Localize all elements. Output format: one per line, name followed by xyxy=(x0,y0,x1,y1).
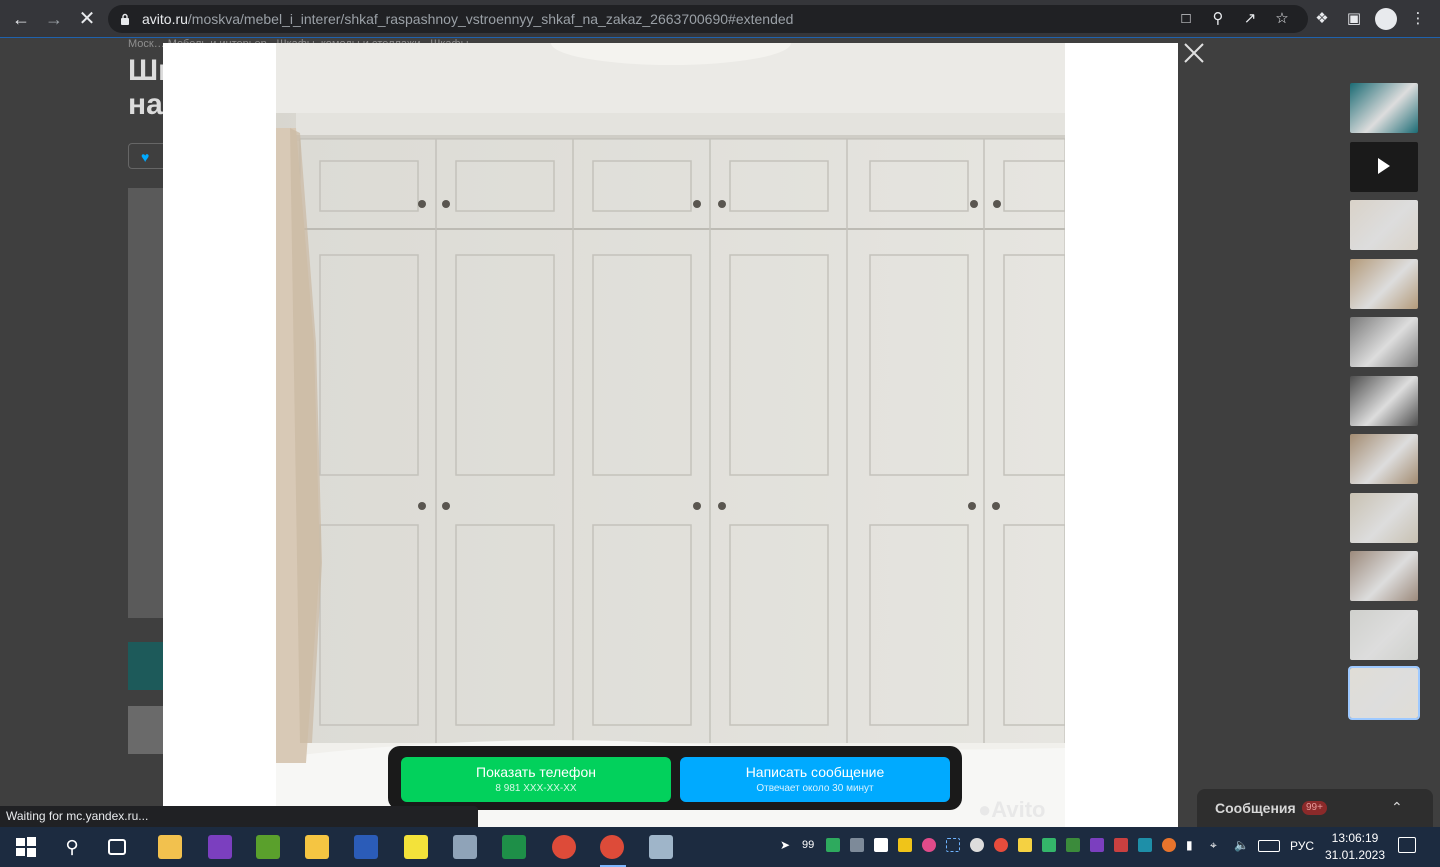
show-phone-label: Показать телефон xyxy=(476,764,596,780)
thumb-3[interactable] xyxy=(1350,200,1418,250)
thumb-8[interactable] xyxy=(1350,492,1418,543)
app-icon[interactable] xyxy=(453,835,477,859)
extensions-icon[interactable]: ❖ xyxy=(1312,9,1332,29)
pdf-icon[interactable] xyxy=(1114,838,1128,852)
clock-date: 31.01.2023 xyxy=(1324,848,1386,862)
mail-tray-icon[interactable] xyxy=(994,838,1008,852)
shield-icon[interactable] xyxy=(826,838,840,852)
thumb-9[interactable] xyxy=(1350,551,1418,601)
messages-badge: 99+ xyxy=(1302,801,1327,815)
gallery-modal xyxy=(163,43,1178,827)
chevron-up-icon[interactable]: ⌃ xyxy=(1391,799,1403,816)
word-icon[interactable] xyxy=(354,835,378,859)
favorite-button[interactable]: ♥ xyxy=(128,143,168,169)
onenote-tray-icon[interactable] xyxy=(1090,838,1104,852)
address-bar[interactable]: avito.ru/moskva/mebel_i_interer/shkaf_ra… xyxy=(108,5,1308,33)
language-indicator[interactable]: РУС xyxy=(1290,839,1314,853)
app-tray-icon[interactable] xyxy=(922,838,936,852)
document-icon[interactable] xyxy=(874,838,888,852)
avito-logo-icon: ● xyxy=(978,797,992,822)
wardrobe-photo xyxy=(276,43,1065,827)
volume-icon[interactable]: 🔈 xyxy=(1234,838,1249,852)
side-panel-icon[interactable]: ▣ xyxy=(1344,9,1364,29)
back-icon[interactable]: ← xyxy=(11,9,31,29)
browser-toolbar: ← → ✕ avito.ru/moskva/mebel_i_interer/sh… xyxy=(0,0,1440,38)
avito-watermark: ●Avito xyxy=(978,797,1046,822)
tray-counter[interactable]: 99 xyxy=(802,838,822,852)
calculator-icon[interactable] xyxy=(649,835,673,859)
keyboard-icon[interactable] xyxy=(1258,840,1280,852)
notes-tray-icon[interactable] xyxy=(898,838,912,852)
thumb-10[interactable] xyxy=(1350,609,1418,660)
circle-tray-icon[interactable] xyxy=(970,838,984,852)
lock-icon xyxy=(121,13,129,25)
stop-loading-icon[interactable]: ✕ xyxy=(77,9,97,29)
spreadsheet-app-icon[interactable] xyxy=(256,835,280,859)
sticky-notes-icon[interactable] xyxy=(404,835,428,859)
sheets-icon[interactable] xyxy=(502,835,526,859)
background-thumb xyxy=(128,642,168,690)
odnoklassniki-icon[interactable] xyxy=(1162,838,1176,852)
thumb-6[interactable] xyxy=(1350,375,1418,426)
chrome-profile-icon[interactable] xyxy=(600,835,624,859)
messages-panel[interactable]: Сообщения 99+ ⌃ xyxy=(1197,789,1433,827)
fx-icon[interactable] xyxy=(1138,838,1152,852)
menu-kebab-icon[interactable]: ⋮ xyxy=(1408,9,1428,29)
forward-icon[interactable]: → xyxy=(44,9,64,29)
main-photo[interactable] xyxy=(276,43,1065,827)
contact-bar: Показать телефон 8 981 XXX-XX-XX Написат… xyxy=(388,746,962,810)
thumbnail-strip xyxy=(1348,83,1420,727)
translate-icon[interactable]: □ xyxy=(1176,9,1196,29)
sync-icon[interactable] xyxy=(1042,838,1056,852)
clock-time: 13:06:19 xyxy=(1331,831,1379,845)
windows-taskbar: ⚲ ➤ 99 ▮ ⌖ 🔈 РУС 13:06:19 31.01.2023 xyxy=(0,827,1440,867)
background-thumb xyxy=(128,706,168,754)
zoom-icon[interactable]: ⚲ xyxy=(1208,9,1228,29)
battery-icon[interactable]: ▮ xyxy=(1186,838,1200,852)
telegram-icon[interactable]: ➤ xyxy=(780,838,794,852)
thumb-2-video[interactable] xyxy=(1350,141,1418,192)
screenshot-icon[interactable] xyxy=(946,838,960,852)
heart-icon: ♥ xyxy=(141,149,150,165)
onenote-icon[interactable] xyxy=(208,835,232,859)
thumb-4[interactable] xyxy=(1350,258,1418,309)
bookmark-star-icon[interactable]: ☆ xyxy=(1272,9,1292,29)
thumb-5[interactable] xyxy=(1350,317,1418,367)
show-phone-button[interactable]: Показать телефон 8 981 XXX-XX-XX xyxy=(401,757,671,802)
check-tray-icon[interactable] xyxy=(1018,838,1032,852)
profile-avatar[interactable] xyxy=(1375,8,1397,30)
notes-app-icon[interactable] xyxy=(158,835,182,859)
clock[interactable]: 13:06:19 31.01.2023 xyxy=(1320,830,1390,864)
phone-number: 8 981 XXX-XX-XX xyxy=(495,783,577,794)
monitor-icon[interactable] xyxy=(850,838,864,852)
chrome-icon[interactable] xyxy=(552,835,576,859)
play-icon xyxy=(1378,157,1390,174)
response-time: Отвечает около 30 минут xyxy=(756,783,874,794)
thumb-11[interactable] xyxy=(1348,666,1420,720)
background-photo xyxy=(128,188,168,618)
file-explorer-icon[interactable] xyxy=(305,835,329,859)
task-view-icon[interactable] xyxy=(108,839,126,855)
leaf-icon[interactable] xyxy=(1066,838,1080,852)
write-message-label: Написать сообщение xyxy=(745,764,885,780)
thumb-7[interactable] xyxy=(1350,434,1418,484)
write-message-button[interactable]: Написать сообщение Отвечает около 30 мин… xyxy=(680,757,950,802)
search-icon[interactable]: ⚲ xyxy=(60,835,84,859)
url-host: avito.ru xyxy=(142,11,188,27)
thumb-1[interactable] xyxy=(1350,83,1418,133)
wifi-icon[interactable]: ⌖ xyxy=(1210,838,1224,852)
messages-label: Сообщения xyxy=(1215,800,1296,816)
status-bubble: Waiting for mc.yandex.ru... xyxy=(0,806,478,827)
url-path: /moskva/mebel_i_interer/shkaf_raspashnoy… xyxy=(187,11,794,27)
share-icon[interactable]: ↗ xyxy=(1240,9,1260,29)
notification-center-icon[interactable] xyxy=(1398,837,1416,853)
windows-start-icon[interactable] xyxy=(14,835,38,859)
close-icon[interactable] xyxy=(1183,42,1205,64)
